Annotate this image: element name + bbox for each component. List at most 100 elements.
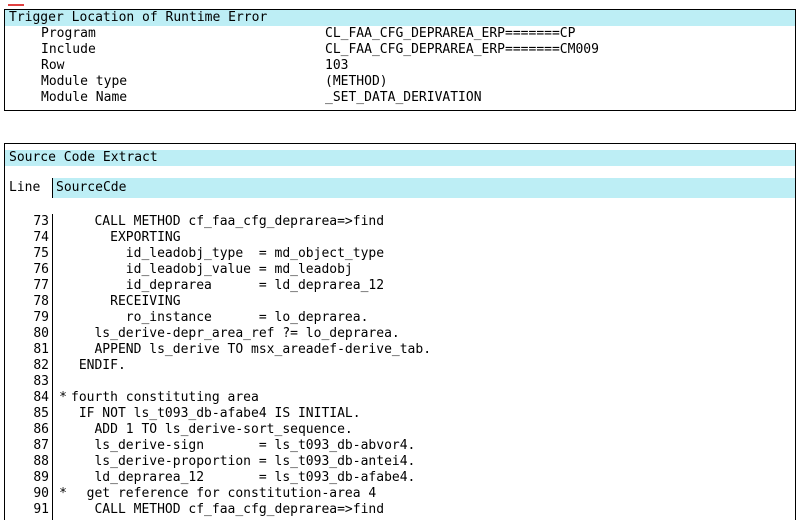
kv-value: (METHOD) <box>325 74 388 89</box>
comment-marker <box>54 262 72 278</box>
code-line-row[interactable]: 82 ENDIF. <box>5 358 795 374</box>
comment-marker: * <box>59 486 67 501</box>
comment-marker <box>54 246 72 262</box>
line-number: 80 <box>33 326 49 341</box>
code-line-row[interactable]: 90 * get reference for constitution-area … <box>5 486 795 502</box>
kv-row-row: Row 103 <box>5 58 795 74</box>
line-number: 75 <box>33 246 49 261</box>
line-number: 86 <box>33 422 49 437</box>
source-code-text: ld_deprarea_12 = ls_t093_db-afabe4. <box>71 470 416 485</box>
kv-key: Module type <box>41 74 128 89</box>
source-code-text: ls_derive-proportion = ls_t093_db-antei4… <box>71 454 416 469</box>
comment-marker <box>54 310 72 326</box>
line-number: 89 <box>33 470 49 485</box>
code-line-row[interactable]: 79 ro_instance = lo_deprarea. <box>5 310 795 326</box>
kv-row-program: Program CL_FAA_CFG_DEPRAREA_ERP=======CP <box>5 26 795 42</box>
line-number: 88 <box>33 454 49 469</box>
comment-marker <box>54 438 72 454</box>
kv-value: 103 <box>325 58 349 73</box>
trigger-section-title: Trigger Location of Runtime Error <box>5 10 795 26</box>
comment-marker <box>54 406 72 422</box>
line-number: 85 <box>33 406 49 421</box>
kv-row-module-name: Module Name _SET_DATA_DERIVATION <box>5 90 795 106</box>
runtime-error-screen: Trigger Location of Runtime Error Progra… <box>0 0 796 520</box>
source-code-grid: 73 CALL METHOD cf_faa_cfg_deprarea=>find… <box>5 214 795 520</box>
comment-marker <box>54 502 72 518</box>
code-line-row[interactable]: 87 ls_derive-sign = ls_t093_db-abvor4. <box>5 438 795 454</box>
source-code-text: fourth constituting area <box>71 390 259 405</box>
code-line-row[interactable]: 84 * fourth constituting area <box>5 390 795 406</box>
source-code-text: id_deprarea = ld_deprarea_12 <box>71 278 385 293</box>
code-line-row[interactable]: 91 CALL METHOD cf_faa_cfg_deprarea=>find <box>5 502 795 518</box>
source-code-text: IF NOT ls_t093_db-afabe4 IS INITIAL. <box>71 406 361 421</box>
code-rows: 73 CALL METHOD cf_faa_cfg_deprarea=>find… <box>5 214 795 518</box>
code-line-row[interactable]: 85 IF NOT ls_t093_db-afabe4 IS INITIAL. <box>5 406 795 422</box>
source-code-text: RECEIVING <box>71 294 181 309</box>
kv-row-module-type: Module type (METHOD) <box>5 74 795 90</box>
code-line-row[interactable]: 86 ADD 1 TO ls_derive-sort_sequence. <box>5 422 795 438</box>
source-code-text: get reference for constitution-area 4 <box>71 486 377 501</box>
kv-value: CL_FAA_CFG_DEPRAREA_ERP=======CM009 <box>325 42 599 57</box>
line-number: 87 <box>33 438 49 453</box>
comment-marker <box>54 374 72 390</box>
code-line-row[interactable]: 80 ls_derive-depr_area_ref ?= lo_deprare… <box>5 326 795 342</box>
column-header-source[interactable]: SourceCde <box>53 178 795 198</box>
kv-key: Module Name <box>41 90 128 105</box>
source-code-text: CALL METHOD cf_faa_cfg_deprarea=>find <box>71 214 385 229</box>
source-code-text: EXPORTING <box>71 230 181 245</box>
trigger-rows: Program CL_FAA_CFG_DEPRAREA_ERP=======CP… <box>5 26 795 106</box>
code-line-row[interactable]: 74 EXPORTING <box>5 230 795 246</box>
source-code-text: id_leadobj_value = md_leadobj <box>71 262 353 277</box>
kv-key: Program <box>41 26 96 41</box>
kv-value: _SET_DATA_DERIVATION <box>325 90 482 105</box>
source-code-text: ro_instance = lo_deprarea. <box>71 310 369 325</box>
code-line-row[interactable]: 75 id_leadobj_type = md_object_type <box>5 246 795 262</box>
source-column-headers: Line SourceCde <box>5 178 795 198</box>
source-code-section: Source Code Extract Line SourceCde 73 CA… <box>4 143 796 520</box>
code-line-row[interactable]: 89 ld_deprarea_12 = ls_t093_db-afabe4. <box>5 470 795 486</box>
source-code-text: ls_derive-depr_area_ref ?= lo_deprarea. <box>71 326 400 341</box>
comment-marker <box>54 294 72 310</box>
kv-value: CL_FAA_CFG_DEPRAREA_ERP=======CP <box>325 26 576 41</box>
comment-marker: * <box>59 390 67 405</box>
code-line-row[interactable]: 78 RECEIVING <box>5 294 795 310</box>
source-code-text: ADD 1 TO ls_derive-sort_sequence. <box>71 422 353 437</box>
line-number: 79 <box>33 310 49 325</box>
code-line-row[interactable]: 83 <box>5 374 795 390</box>
line-number: 77 <box>33 278 49 293</box>
code-line-row[interactable]: 77 id_deprarea = ld_deprarea_12 <box>5 278 795 294</box>
comment-marker <box>54 214 72 230</box>
line-number: 76 <box>33 262 49 277</box>
source-code-text: ENDIF. <box>71 358 126 373</box>
comment-marker <box>54 326 72 342</box>
comment-marker <box>54 342 72 358</box>
source-code-text: APPEND ls_derive TO msx_areadef-derive_t… <box>71 342 432 357</box>
line-number: 82 <box>33 358 49 373</box>
code-line-row[interactable]: 76 id_leadobj_value = md_leadobj <box>5 262 795 278</box>
kv-row-include: Include CL_FAA_CFG_DEPRAREA_ERP=======CM… <box>5 42 795 58</box>
decorative-red-mark <box>8 4 24 6</box>
line-number: 81 <box>33 342 49 357</box>
source-code-text: CALL METHOD cf_faa_cfg_deprarea=>find <box>71 502 385 517</box>
source-code-text: ls_derive-sign = ls_t093_db-abvor4. <box>71 438 416 453</box>
comment-marker <box>54 422 72 438</box>
comment-marker <box>54 358 72 374</box>
comment-marker <box>54 278 72 294</box>
line-number: 73 <box>33 214 49 229</box>
code-line-row[interactable]: 88 ls_derive-proportion = ls_t093_db-ant… <box>5 454 795 470</box>
line-number: 78 <box>33 294 49 309</box>
kv-key: Include <box>41 42 96 57</box>
line-number: 83 <box>33 374 49 389</box>
comment-marker <box>54 230 72 246</box>
line-number: 90 <box>33 486 49 501</box>
line-number: 74 <box>33 230 49 245</box>
comment-marker <box>54 470 72 486</box>
trigger-location-section: Trigger Location of Runtime Error Progra… <box>4 9 796 111</box>
line-number: 91 <box>33 502 49 517</box>
comment-marker <box>54 454 72 470</box>
kv-key: Row <box>41 58 65 73</box>
code-line-row[interactable]: 81 APPEND ls_derive TO msx_areadef-deriv… <box>5 342 795 358</box>
code-line-row[interactable]: 73 CALL METHOD cf_faa_cfg_deprarea=>find <box>5 214 795 230</box>
column-header-line[interactable]: Line <box>5 178 53 198</box>
source-section-title: Source Code Extract <box>5 150 795 166</box>
